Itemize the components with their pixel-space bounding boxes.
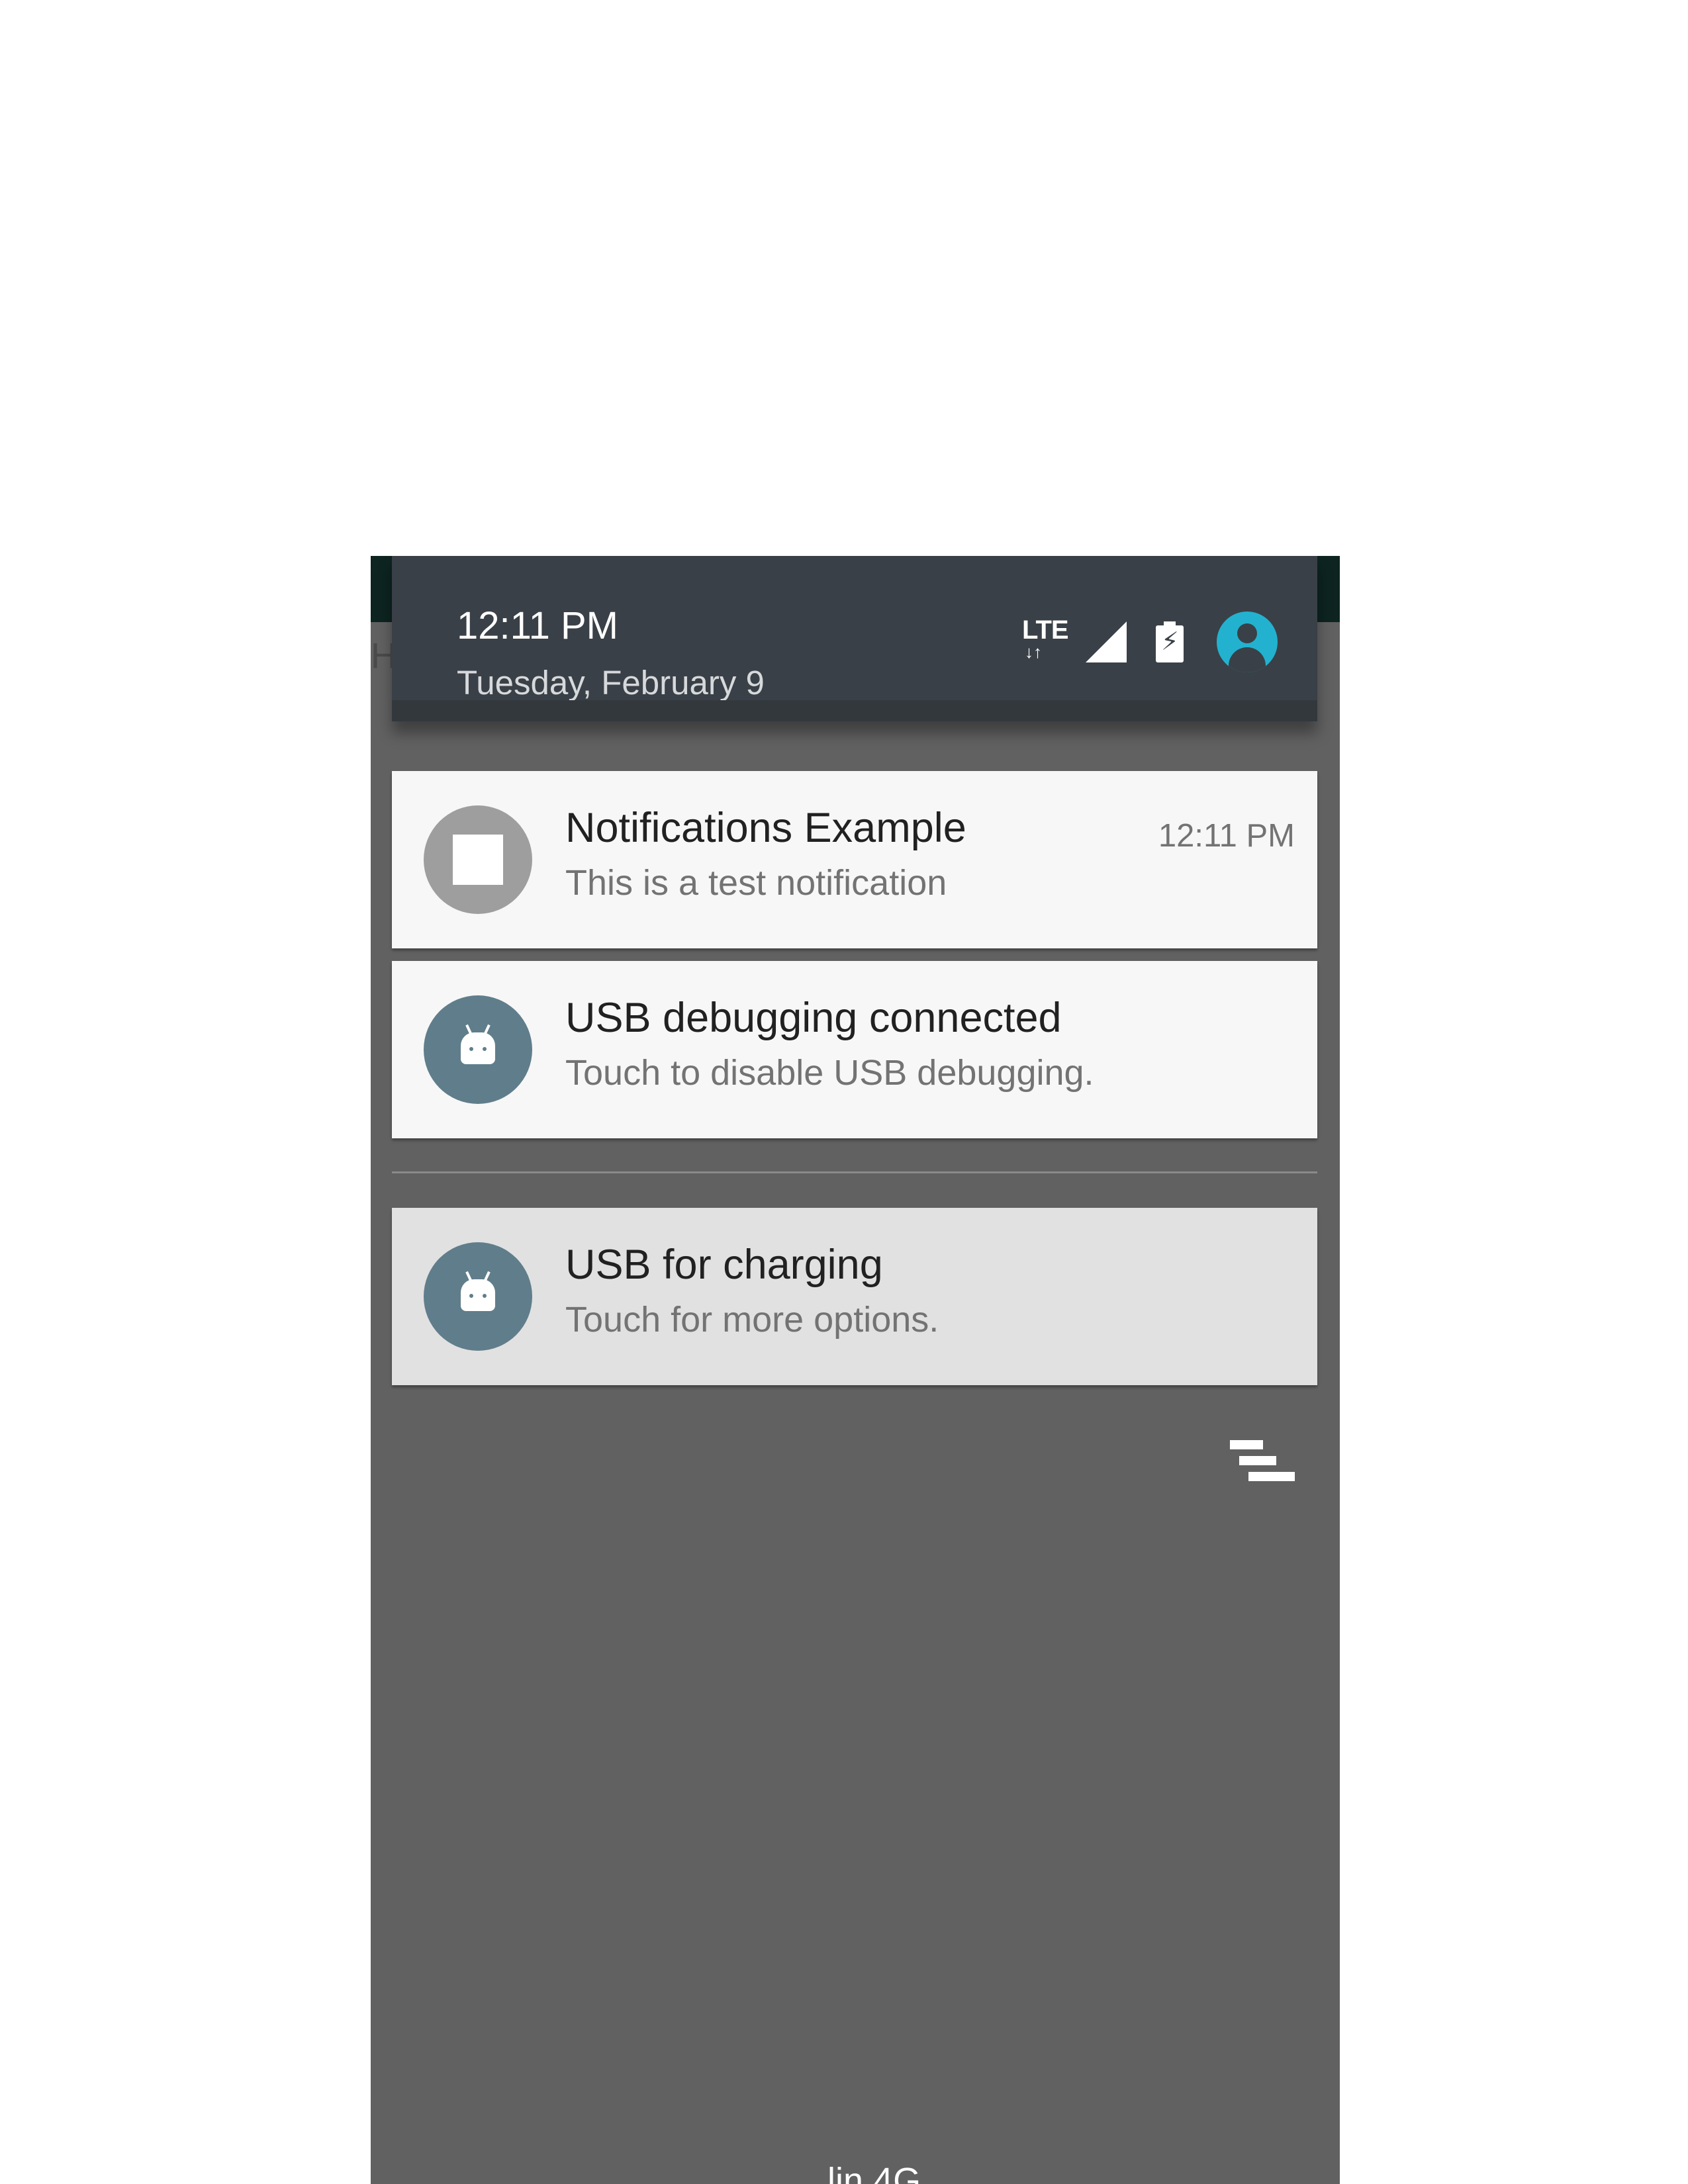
lte-arrows: ↓↑	[1025, 642, 1042, 662]
battery-charging-icon: ⚡	[1156, 621, 1184, 662]
lte-label: LTE	[1022, 615, 1069, 645]
android-icon	[461, 1271, 495, 1311]
notification-text: Touch for more options.	[565, 1300, 939, 1340]
notification-notifications-example[interactable]: Notifications Example This is a test not…	[392, 771, 1317, 948]
notification-title: USB debugging connected	[565, 995, 1062, 1041]
lte-icon: LTE ↓↑	[1019, 615, 1072, 668]
notification-divider	[392, 1171, 1317, 1173]
notification-usb-debugging[interactable]: USB debugging connected Touch to disable…	[392, 961, 1317, 1138]
android-icon	[461, 1024, 495, 1064]
quick-settings-header[interactable]: 12:11 PM Tuesday, February 9 LTE ↓↑ ⚡	[392, 556, 1317, 721]
header-date[interactable]: Tuesday, February 9	[457, 663, 765, 702]
status-icons: LTE ↓↑ ⚡	[1019, 609, 1278, 675]
notification-text: Touch to disable USB debugging.	[565, 1053, 1094, 1093]
notification-app-icon	[424, 805, 532, 914]
notification-usb-charging[interactable]: USB for charging Touch for more options.	[392, 1208, 1317, 1385]
notification-time: 12:11 PM	[1158, 818, 1295, 854]
notification-app-icon	[424, 995, 532, 1104]
notification-title: USB for charging	[565, 1242, 883, 1288]
background-app-bottom-text: ..lin 4G	[808, 2161, 921, 2184]
square-icon	[453, 835, 503, 885]
notification-text: This is a test notification	[565, 863, 947, 903]
account-icon[interactable]	[1217, 612, 1278, 672]
clear-all-icon[interactable]	[1230, 1440, 1296, 1488]
signal-icon	[1086, 621, 1127, 662]
notification-app-icon	[424, 1242, 532, 1351]
header-clock: 12:11 PM	[457, 604, 618, 647]
phone-screen: H 12:11 PM Tuesday, February 9 LTE ↓↑ ⚡ …	[371, 556, 1340, 2184]
notification-title: Notifications Example	[565, 805, 966, 851]
